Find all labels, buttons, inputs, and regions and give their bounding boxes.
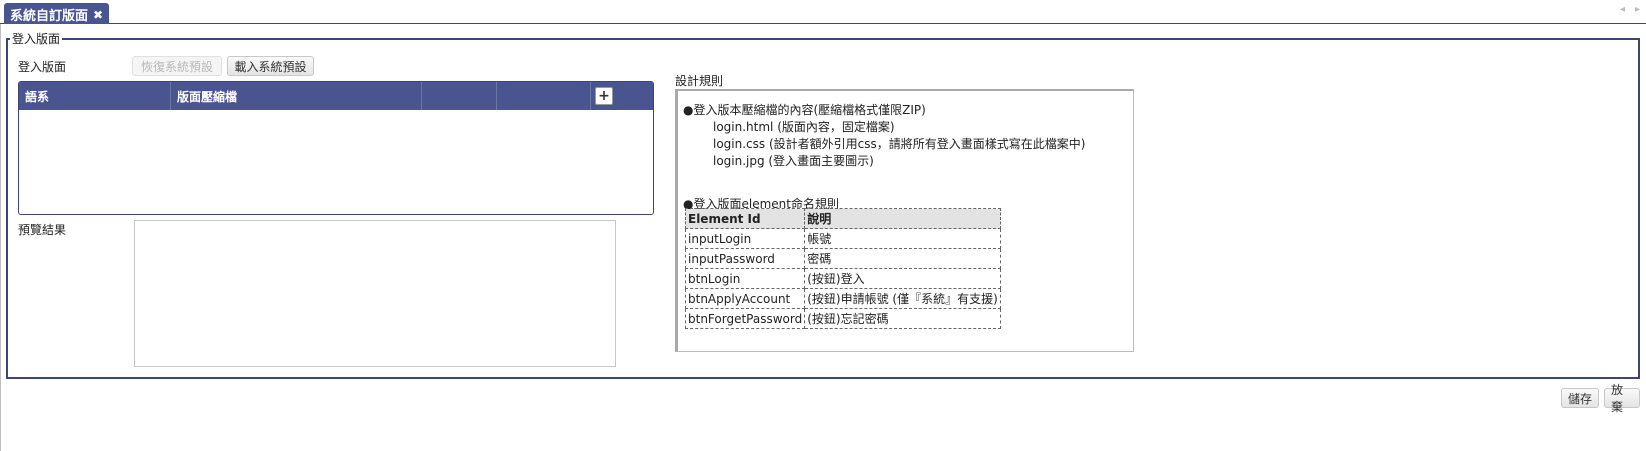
column-language[interactable]: 語系	[19, 82, 171, 110]
table-row: inputPassword 密碼	[684, 248, 1001, 269]
rules-title: 設計規則	[675, 74, 724, 88]
tab-custom-layout[interactable]: 系統自訂版面 ✖	[4, 3, 110, 24]
grid-body	[19, 110, 653, 214]
table-header-row: Element Id 說明	[684, 208, 1001, 229]
table-row: btnLogin (按鈕)登入	[684, 268, 1001, 289]
login-layout-label: 登入版面	[18, 60, 67, 74]
chevron-right-icon[interactable]: ▸	[1635, 4, 1640, 15]
file-login-css: login.css (設計者額外引用css，請將所有登入畫面樣式寫在此檔案中)	[713, 137, 1086, 151]
preview-label: 預覽結果	[18, 223, 67, 237]
element-id-cell: inputLogin	[684, 228, 806, 249]
table-row: btnForgetPassword (按鈕)忘記密碼	[684, 308, 1001, 329]
header-description: 說明	[804, 208, 1001, 229]
zip-heading: ●登入版本壓縮檔的內容(壓縮檔格式僅限ZIP)	[683, 103, 926, 117]
header-element-id: Element Id	[684, 208, 806, 229]
load-default-button[interactable]: 載入系統預設	[227, 56, 314, 76]
tab-bar: 系統自訂版面 ✖ ◂ ▸	[0, 0, 1646, 24]
description-cell: (按鈕)忘記密碼	[804, 308, 1001, 329]
table-row: btnApplyAccount (按鈕)申請帳號 (僅『系統』有支援)	[684, 288, 1001, 309]
save-button[interactable]: 儲存	[1561, 388, 1599, 408]
chevron-left-icon[interactable]: ◂	[1620, 4, 1625, 15]
element-id-cell: btnForgetPassword	[684, 308, 806, 329]
element-id-cell: inputPassword	[684, 248, 806, 269]
preview-area	[134, 220, 616, 367]
description-cell: 密碼	[804, 248, 1001, 269]
description-cell: (按鈕)申請帳號 (僅『系統』有支援)	[804, 288, 1001, 309]
rules-panel: ●登入版本壓縮檔的內容(壓縮檔格式僅限ZIP) login.html (版面內容…	[675, 89, 1134, 352]
table-row: inputLogin 帳號	[684, 228, 1001, 249]
file-login-html: login.html (版面內容，固定檔案)	[713, 120, 895, 134]
tab-title: 系統自訂版面	[10, 9, 89, 24]
grid-header: 語系 版面壓縮檔 +	[19, 82, 653, 110]
left-border	[0, 24, 1, 451]
add-icon[interactable]: +	[595, 87, 613, 105]
description-cell: 帳號	[804, 228, 1001, 249]
element-id-cell: btnLogin	[684, 268, 806, 289]
tab-nav: ◂ ▸	[1620, 4, 1640, 15]
fieldset-legend: 登入版面	[10, 30, 63, 47]
description-cell: (按鈕)登入	[804, 268, 1001, 289]
column-zip-file[interactable]: 版面壓縮檔	[171, 82, 422, 110]
element-table: Element Id 說明 inputLogin 帳號 inputPasswor…	[684, 208, 1001, 329]
layout-grid: 語系 版面壓縮檔 +	[18, 81, 654, 215]
restore-default-button[interactable]: 恢復系統預設	[132, 56, 222, 76]
close-icon[interactable]: ✖	[93, 8, 103, 22]
element-id-cell: btnApplyAccount	[684, 288, 806, 309]
column-extra-2	[497, 82, 591, 110]
file-login-jpg: login.jpg (登入畫面主要圖示)	[713, 154, 874, 168]
column-extra-1	[422, 82, 497, 110]
discard-button[interactable]: 放棄	[1604, 383, 1640, 414]
